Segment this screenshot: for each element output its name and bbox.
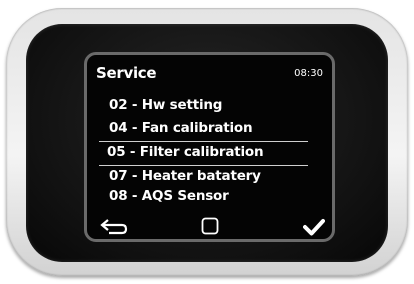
menu-item-heater-battery[interactable]: 07 - Heater batatery (109, 168, 261, 184)
selection-bottom-line (99, 165, 308, 166)
selection-top-line (99, 141, 308, 142)
menu-item-filter-calibration[interactable]: 05 - Filter calibration (107, 144, 264, 160)
square-outline-icon (201, 217, 219, 235)
menu-item-label: 02 - Hw setting (109, 97, 223, 113)
menu-item-label: 04 - Fan calibration (109, 120, 253, 136)
return-arrow-icon (100, 219, 128, 235)
back-button[interactable] (99, 217, 129, 235)
display-screen: Service 08:30 02 - Hw setting 04 - Fan c… (84, 52, 335, 242)
menu-item-label: 05 - Filter calibration (107, 144, 264, 160)
home-button[interactable] (201, 217, 219, 235)
menu-item-label: 08 - AQS Sensor (109, 188, 229, 204)
menu-item-label: 07 - Heater batatery (109, 168, 261, 184)
confirm-button[interactable] (303, 218, 325, 236)
clock: 08:30 (294, 68, 323, 79)
menu-item-aqs-sensor[interactable]: 08 - AQS Sensor (109, 188, 229, 204)
screen-title: Service (96, 64, 157, 82)
menu-item-hw-setting[interactable]: 02 - Hw setting (109, 97, 222, 113)
checkmark-icon (303, 219, 325, 236)
menu-item-fan-calibration[interactable]: 04 - Fan calibration (109, 120, 253, 136)
